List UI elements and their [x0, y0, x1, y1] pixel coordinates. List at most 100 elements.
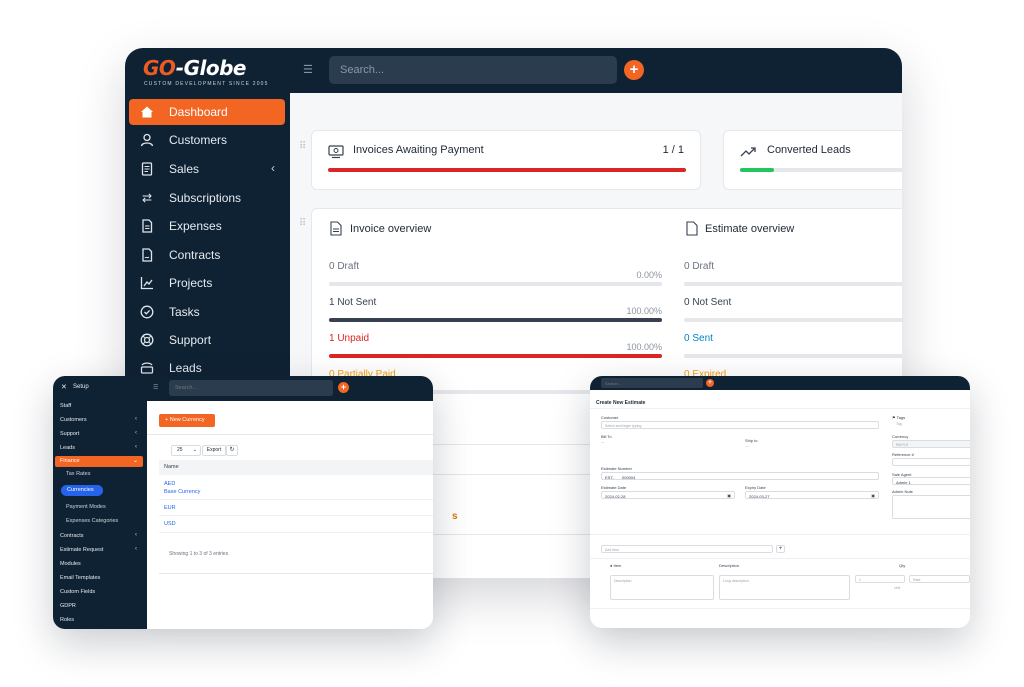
sidebar-item-label: Sales: [169, 162, 200, 176]
new-currency-button[interactable]: + New Currency: [159, 414, 215, 427]
admin-note-textarea[interactable]: [892, 495, 970, 519]
estimate-topbar: +: [590, 376, 970, 390]
expiry-date-field[interactable]: 2024-03-27 ▣: [745, 491, 879, 499]
sidebar-item-sales[interactable]: Sales ‹: [129, 156, 285, 182]
setup-search-input[interactable]: [169, 380, 333, 396]
sidebar-item-subscriptions[interactable]: ⇄ Subscriptions: [129, 185, 285, 211]
estimate-not-sent-label[interactable]: 0 Not Sent: [684, 297, 731, 308]
setup-menu-leads[interactable]: Leads: [60, 445, 75, 451]
estimate-search-input[interactable]: [601, 378, 703, 388]
brand-name-suffix: -Globe: [175, 56, 247, 80]
invoice-draft-label[interactable]: 0 Draft: [329, 261, 359, 272]
chevron-left-icon: ‹: [135, 532, 137, 538]
sidebar-item-label: Tasks: [169, 305, 200, 319]
chevron-down-icon: ⌄: [132, 458, 138, 464]
base-currency-label: Base Currency: [164, 489, 201, 495]
sidebar-item-projects[interactable]: Projects: [129, 270, 285, 296]
setup-menu-modules[interactable]: Modules: [60, 561, 81, 567]
brand-name-prefix: GO: [143, 56, 176, 80]
item-description-textarea[interactable]: Description: [610, 575, 714, 600]
sidebar-item-contracts[interactable]: Contracts: [129, 242, 285, 268]
add-item-button[interactable]: +: [776, 545, 785, 553]
input-placeholder: Rate: [913, 577, 921, 582]
setup-window: ✕ Setup ☰ + Staff Customers ‹ Support ‹ Le…: [53, 376, 433, 629]
setup-menu-contracts[interactable]: Contracts: [60, 533, 84, 539]
currency-link-usd[interactable]: USD: [164, 521, 176, 527]
invoice-not-sent-pct: 100.00%: [626, 306, 662, 316]
setup-content: + New Currency 25 ⌄ Export ↻ Name AED Bas…: [147, 401, 433, 629]
menu-toggle-icon[interactable]: ☰: [303, 65, 315, 76]
progress-fill: [329, 318, 662, 322]
progress-fill: [740, 168, 774, 172]
admin-note-label: Admin Note: [892, 489, 913, 494]
sidebar-item-label: Contracts: [169, 248, 221, 262]
estimate-number-field[interactable]: EST- 000004: [601, 472, 879, 480]
page-length-select[interactable]: 25 ⌄: [171, 445, 201, 456]
tags-label: ⚑ Tags: [892, 415, 905, 420]
setup-menu-gdpr[interactable]: GDPR: [60, 603, 76, 609]
column-name[interactable]: Name: [164, 464, 179, 470]
setup-submenu-tax-rates[interactable]: Tax Rates: [66, 471, 90, 477]
estimate-draft-label[interactable]: 0 Draft: [684, 261, 714, 272]
setup-submenu-payment-modes[interactable]: Payment Modes: [66, 504, 106, 510]
file-text-icon: [139, 218, 155, 234]
drag-handle-icon[interactable]: ⠿: [299, 218, 306, 229]
setup-menu-email-templates[interactable]: Email Templates: [60, 575, 100, 581]
chevron-left-icon: ‹: [271, 161, 275, 175]
invoice-not-sent-label[interactable]: 1 Not Sent: [329, 297, 376, 308]
estimate-sent-label[interactable]: 0 Sent: [684, 333, 713, 344]
invoice-unpaid-label[interactable]: 1 Unpaid: [329, 333, 369, 344]
add-item-select[interactable]: Add Item: [601, 545, 773, 553]
brand-tagline: CUSTOM DEVELOPMENT SINCE 2005: [144, 81, 269, 87]
description-column-header: Description: [719, 563, 740, 568]
estimate-not-sent-bar: [684, 318, 902, 322]
date-value: 2024-02-28: [605, 493, 626, 499]
trending-up-icon: [740, 145, 756, 159]
menu-toggle-icon[interactable]: ☰: [153, 384, 158, 391]
setup-menu-staff[interactable]: Staff: [60, 403, 71, 409]
widget-count: 1 / 1: [662, 144, 684, 156]
sidebar-item-label: Support: [169, 333, 212, 347]
progress-fill: [328, 168, 686, 172]
setup-menu-roles[interactable]: Roles: [60, 617, 74, 623]
drag-handle-icon[interactable]: ⠿: [299, 141, 306, 152]
quick-add-button[interactable]: +: [338, 382, 349, 393]
sidebar-item-dashboard[interactable]: Dashboard: [129, 99, 285, 125]
currency-select[interactable]: RM R.S: [892, 440, 970, 448]
setup-menu-finance[interactable]: Finance ⌄: [55, 456, 143, 467]
sidebar-item-tasks[interactable]: Tasks: [129, 299, 285, 325]
chart-icon: [139, 275, 155, 291]
reference-input[interactable]: [892, 458, 970, 466]
setup-menu-customers[interactable]: Customers: [60, 417, 87, 423]
item-rate-input[interactable]: Rate: [909, 575, 970, 583]
export-button[interactable]: Export: [202, 445, 226, 456]
currency-link-eur[interactable]: EUR: [164, 505, 176, 511]
refresh-icon[interactable]: ↻: [226, 445, 238, 456]
estimate-date-field[interactable]: 2024-02-28 ▣: [601, 491, 735, 499]
divider: [159, 532, 433, 533]
invoice-draft-bar: [329, 282, 662, 286]
setup-menu-estimate-request[interactable]: Estimate Request: [60, 547, 103, 553]
setup-submenu-expenses-categories[interactable]: Expenses Categories: [66, 518, 118, 524]
item-long-description-textarea[interactable]: Long description: [719, 575, 850, 600]
brand-logo[interactable]: GO-Globe CUSTOM DEVELOPMENT SINCE 2005: [143, 56, 273, 92]
setup-submenu-currencies[interactable]: Currencies: [61, 485, 103, 496]
sidebar-item-customers[interactable]: Customers: [129, 127, 285, 153]
sidebar-item-label: Projects: [169, 276, 213, 290]
sale-agent-select[interactable]: Admin 1: [892, 477, 970, 485]
quick-add-button[interactable]: +: [624, 60, 644, 80]
sidebar-item-support[interactable]: Support: [129, 327, 285, 353]
setup-menu-custom-fields[interactable]: Custom Fields: [60, 589, 95, 595]
sidebar-item-expenses[interactable]: Expenses: [129, 213, 285, 239]
setup-menu-support[interactable]: Support: [60, 431, 79, 437]
ship-to-placeholder: —: [745, 444, 749, 448]
partial-heading: s: [452, 511, 458, 522]
calendar-icon: ▣: [871, 493, 875, 498]
quick-add-button[interactable]: +: [706, 379, 714, 387]
search-input[interactable]: [329, 56, 617, 84]
currency-link-aed[interactable]: AED: [164, 481, 175, 487]
tag-input[interactable]: Tag: [896, 422, 902, 426]
close-icon[interactable]: ✕: [61, 383, 67, 391]
item-qty-input[interactable]: 1: [855, 575, 905, 583]
customer-select[interactable]: Select and begin typing: [601, 421, 879, 429]
